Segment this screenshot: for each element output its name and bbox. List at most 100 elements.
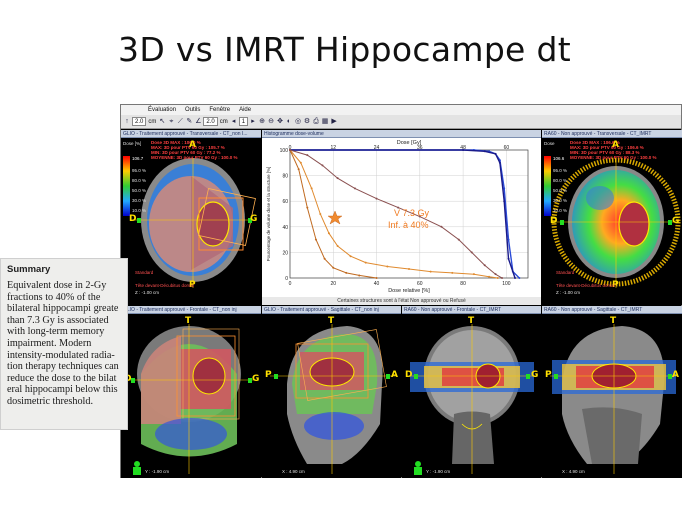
slice-step-field[interactable]: 2.0 xyxy=(132,117,147,126)
windowing-icon[interactable]: ◐ xyxy=(285,117,293,126)
panel-header: GLIO - Traitement approuvé - Frontale - … xyxy=(121,306,261,314)
panel-3d-frontal[interactable]: GLIO - Traitement approuvé - Frontale - … xyxy=(121,306,261,478)
dose-scale-tick: 30.0 % xyxy=(553,198,568,203)
dvh-point xyxy=(496,277,499,279)
y-tick-label: 80 xyxy=(282,174,288,180)
summary-line: impairment. Modern xyxy=(7,337,92,349)
arrow-up-icon[interactable]: ↑ xyxy=(123,117,131,126)
zoom-field[interactable]: 2.0 xyxy=(203,117,218,126)
pan-icon[interactable]: ✥ xyxy=(276,117,284,126)
menubar: Fichier Évaluation Outils Fenêtre Aide xyxy=(121,105,681,115)
panel-3d-sagittal[interactable]: GLIO - Traitement approuvé - Sagittale -… xyxy=(262,306,401,478)
dvh-chart[interactable]: 0 20 40 60 80 100020406080100 0 12 24 36 48 60Dose … xyxy=(262,138,541,297)
summary-line: with long-term memory xyxy=(7,326,105,338)
patient-position-label: Tête devant-Décubitus dorsal xyxy=(556,283,615,288)
slide-title: 3D vs IMRT Hippocampe dt xyxy=(118,30,571,69)
dose-scale-tick: 10.0 % xyxy=(553,208,568,213)
dvh-point xyxy=(472,273,475,276)
orientation-left: D xyxy=(550,216,558,226)
dvh-annotation: V 7.3 Gy xyxy=(394,208,430,218)
slice-position-label: Z : -1.00 cm xyxy=(556,290,581,295)
ct-sagittal-imrt-image[interactable] xyxy=(542,314,682,478)
dose-stat-line: MOYENNE: 3D pour PTV 60 Gy : 100.0 % xyxy=(151,155,238,160)
dvh-point xyxy=(386,265,389,268)
target-icon[interactable]: ◎ xyxy=(294,117,302,126)
dvh-point xyxy=(332,266,335,269)
menu-fenetre[interactable]: Fenêtre xyxy=(209,105,230,115)
summary-line: intensity-modulated radia- xyxy=(7,349,115,361)
dvh-point xyxy=(514,277,517,279)
ct-frontal-imrt-image[interactable] xyxy=(402,314,541,478)
x-tick-label: 0 xyxy=(289,281,292,287)
x-tick-label: 100 xyxy=(502,281,511,287)
contour-icon[interactable]: ✎ xyxy=(185,117,193,126)
play-icon[interactable]: ▶ xyxy=(330,117,338,126)
dvh-point xyxy=(306,154,309,157)
zoom-in-icon[interactable]: ⊕ xyxy=(258,117,266,126)
first-page-icon[interactable]: ◂ xyxy=(230,117,238,126)
panel-3d-transversal[interactable]: GLIO - Traitement approuvé - Transversal… xyxy=(121,130,261,305)
dose-scale-tick: 30.0 % xyxy=(132,198,147,203)
summary-line: fractions to 40% of the xyxy=(7,291,101,303)
top-tick-label: 60 xyxy=(504,145,510,151)
orientation-right: G xyxy=(531,370,539,380)
dvh-point xyxy=(462,149,465,151)
panel-header: GLIO - Traitement approuvé - Transversal… xyxy=(121,130,261,138)
dvh-point xyxy=(289,149,291,151)
dose-scale-tick: 50.0 % xyxy=(132,188,147,193)
summary-line: bilateral hippocampi greate xyxy=(7,303,119,315)
dvh-point xyxy=(503,200,506,203)
orientation-left: P xyxy=(265,370,272,380)
x-axis-title: Dose relative [%] xyxy=(388,288,430,294)
panel-imrt-transversal[interactable]: RA60 - Non approuvé - Transversale - CT_… xyxy=(542,130,682,305)
dvh-point xyxy=(488,275,491,278)
menu-aide[interactable]: Aide xyxy=(239,105,251,115)
angle-icon[interactable]: ∠ xyxy=(194,117,202,126)
summary-line: reduce the dose to the bilat xyxy=(7,372,117,384)
summary-line: eral hippocampi below this xyxy=(7,384,118,396)
ruler-icon[interactable]: ⟋ xyxy=(176,117,184,126)
ct-frontal-3d-image[interactable] xyxy=(121,314,261,478)
panel-header: RA60 - Non approuvé - Transversale - CT_… xyxy=(542,130,682,138)
dvh-point xyxy=(507,257,510,260)
dose-stat-line: MOYENNE: 3D pour PTV 60 Gy : 100.0 % xyxy=(570,155,657,160)
orientation-left: D xyxy=(129,214,137,224)
cursor-icon[interactable]: ⌖ xyxy=(167,117,175,126)
dvh-point xyxy=(501,277,504,279)
dvh-point xyxy=(483,150,486,153)
slice-position-label: Z : -1.00 cm xyxy=(135,290,160,295)
dvh-point xyxy=(345,271,348,274)
panel-imrt-frontal[interactable]: RA60 - Non approuvé - Frontale - CT_IMRT… xyxy=(402,306,541,478)
patient-position-label: Tête devant-Décubitus dorsal xyxy=(135,283,194,288)
dvh-point xyxy=(518,277,521,279)
dose-scale-tick: 50.0 % xyxy=(553,188,568,193)
menu-outils[interactable]: Outils xyxy=(185,105,200,115)
panel-imrt-sagittal[interactable]: RA60 - Non approuvé - Sagittale - CT_IMR… xyxy=(542,306,682,478)
summary-line: dosimetric threshold. xyxy=(7,395,94,407)
menu-evaluation[interactable]: Évaluation xyxy=(148,105,176,115)
next-page-icon[interactable]: ▸ xyxy=(249,117,257,126)
dvh-point xyxy=(336,245,339,247)
page-field[interactable]: 1 xyxy=(238,117,249,126)
ct-sagittal-3d-image[interactable] xyxy=(262,314,401,478)
summary-line: than 7.3 Gy is associated xyxy=(7,314,109,326)
dvh-point xyxy=(319,213,322,215)
menu-fichier[interactable]: Fichier xyxy=(121,105,139,115)
settings-icon[interactable]: ⚙ xyxy=(303,117,311,126)
slice-position-label: X : 4.90 cm xyxy=(562,469,585,474)
print-icon[interactable]: ⎙ xyxy=(312,117,320,126)
dvh-point xyxy=(483,264,486,267)
x-tick-label: 40 xyxy=(374,281,380,287)
dvh-point xyxy=(306,206,309,209)
dose-scale-tick: 95.0 % xyxy=(553,168,568,173)
grid-icon[interactable]: ▦ xyxy=(321,117,329,126)
dvh-panel[interactable]: Histogramme dose-volume 0 20 40 60 80 100 0 20 4… xyxy=(262,130,541,305)
pointer-icon[interactable]: ↖ xyxy=(158,117,166,126)
dvh-point xyxy=(498,161,501,164)
dvh-point xyxy=(470,251,473,254)
zoom-out-icon[interactable]: ⊖ xyxy=(267,117,275,126)
dvh-point xyxy=(440,225,443,228)
dvh-status-note: Certaines structures sont à l'état Non a… xyxy=(262,297,541,305)
dvh-annotation: Inf. à 40% xyxy=(388,220,429,230)
panel-header: GLIO - Traitement approuvé - Sagittale -… xyxy=(262,306,401,314)
